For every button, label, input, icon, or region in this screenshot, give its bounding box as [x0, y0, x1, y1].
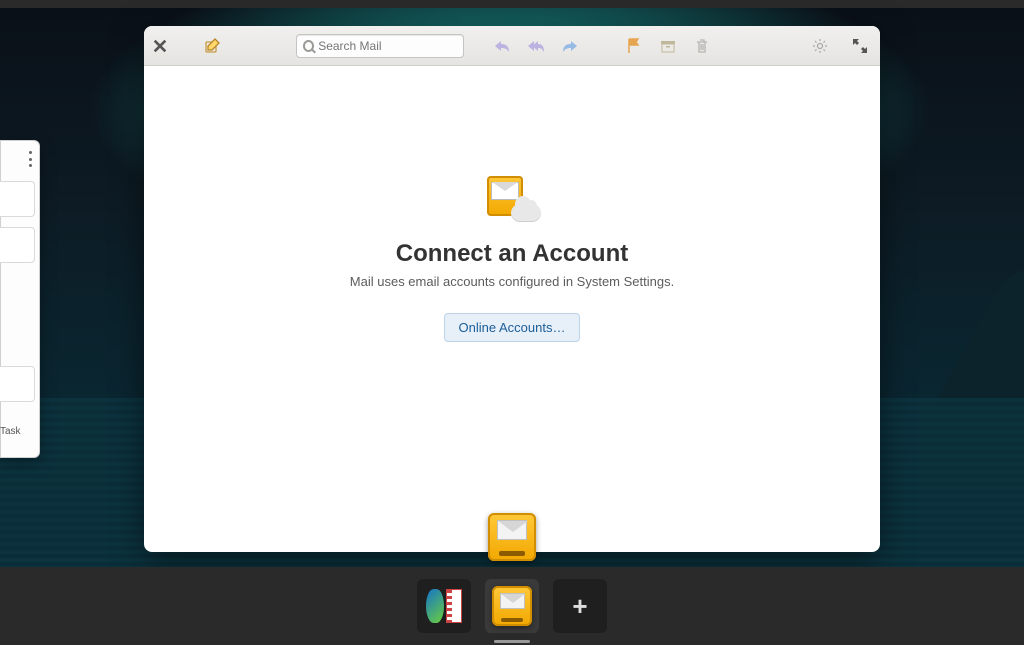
mail-cloud-icon: [483, 176, 541, 224]
mail-app-icon: [492, 586, 532, 626]
plus-icon: +: [572, 591, 587, 622]
window-app-icon: [488, 513, 536, 561]
online-accounts-button[interactable]: Online Accounts…: [444, 313, 581, 342]
empty-state-subtext: Mail uses email accounts configured in S…: [350, 274, 674, 289]
tasks-label: Id Task: [0, 426, 21, 437]
empty-state-heading: Connect an Account: [396, 240, 628, 268]
workspace-icon: [426, 589, 462, 623]
list-item: [0, 366, 35, 402]
dock-item-add-workspace[interactable]: +: [553, 579, 607, 633]
overflow-menu-icon[interactable]: [29, 151, 33, 167]
mail-app-icon: [488, 513, 536, 561]
dock-item-mail[interactable]: [485, 579, 539, 633]
mail-app-window: Connect an Account Mail uses email accou…: [144, 26, 880, 552]
dock: +: [0, 567, 1024, 645]
list-item: [0, 227, 35, 263]
empty-state: Connect an Account Mail uses email accou…: [144, 26, 880, 522]
wallpaper-mountain-right: [910, 268, 1024, 408]
list-item: [0, 181, 35, 217]
background-window-tasks[interactable]: Id Task: [0, 140, 40, 458]
dock-item-workspace[interactable]: [417, 579, 471, 633]
